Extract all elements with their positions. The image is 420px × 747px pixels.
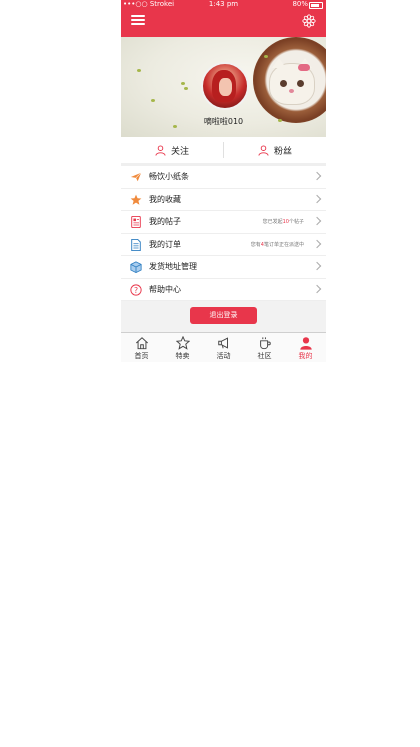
tab-sale[interactable]: 特卖 (162, 333, 203, 362)
avatar[interactable] (201, 62, 249, 110)
tab-home[interactable]: 首页 (121, 333, 162, 362)
orders-status-hint: 您有4笔订单正在派送中 (250, 241, 304, 248)
cup-icon (259, 337, 271, 350)
menu-item-label: 我的收藏 (149, 194, 181, 204)
person-icon (155, 144, 166, 156)
phone-screen: •••○○ Strokei 1:43 pm 80% 嘀啦啦010 关注 粉丝 畅… (121, 0, 326, 362)
order-list-icon (131, 238, 141, 251)
posts-count-hint: 您已发起10个帖子 (262, 219, 304, 226)
star-icon (130, 194, 142, 205)
user-icon (299, 337, 312, 350)
menu-item-notes[interactable]: 畅饮小纸条 (121, 166, 326, 189)
profile-header-banner: 嘀啦啦010 (121, 37, 326, 137)
menu-item-label: 我的订单 (149, 239, 181, 249)
menu-item-label: 畅饮小纸条 (149, 172, 189, 182)
chevron-right-icon (312, 194, 322, 203)
follow-row: 关注 粉丝 (121, 137, 326, 164)
star-badge-icon (175, 336, 190, 350)
megaphone-icon (217, 337, 228, 349)
menu-item-label: 发货地址管理 (149, 262, 197, 272)
tab-mine[interactable]: 我的 (285, 333, 326, 362)
svg-text:?: ? (134, 285, 138, 294)
chevron-right-icon (312, 284, 322, 293)
status-bar: •••○○ Strokei 1:43 pm 80% (121, 0, 326, 9)
fans-button[interactable]: 粉丝 (224, 137, 326, 163)
menu-item-favorites[interactable]: 我的收藏 (121, 189, 326, 211)
paper-plane-icon (130, 172, 142, 182)
cat-latte-art-image (269, 58, 315, 105)
tab-label: 我的 (298, 352, 313, 360)
profile-menu: 畅饮小纸条 我的收藏 我的帖子 您已发起10个帖子 我的订单 您有4笔订单正在派… (121, 166, 326, 301)
question-icon: ? (130, 283, 142, 296)
following-label: 关注 (170, 146, 189, 157)
home-icon (135, 337, 148, 350)
battery-percent: 80% (292, 0, 308, 8)
username: 嘀啦啦010 (203, 117, 244, 126)
following-button[interactable]: 关注 (121, 137, 223, 163)
chevron-right-icon (312, 216, 322, 226)
tab-label: 特卖 (175, 352, 190, 360)
menu-item-help[interactable]: ? 帮助中心 (121, 279, 326, 301)
nav-bar: •••○○ Strokei 1:43 pm 80% (121, 0, 326, 37)
settings-flower-icon[interactable] (302, 14, 316, 28)
logout-button[interactable]: 退出登录 (190, 307, 257, 324)
tab-label: 社区 (257, 352, 272, 360)
tab-label: 活动 (216, 352, 231, 360)
chevron-right-icon (312, 239, 322, 248)
chevron-right-icon (312, 171, 322, 181)
battery-icon (309, 2, 323, 9)
menu-item-orders[interactable]: 我的订单 您有4笔订单正在派送中 (121, 234, 326, 256)
fans-label: 粉丝 (273, 146, 292, 157)
person-icon (258, 144, 269, 156)
menu-item-posts[interactable]: 我的帖子 您已发起10个帖子 (121, 211, 326, 234)
tab-bar: 首页 特卖 活动 社区 我的 (121, 332, 326, 362)
document-icon (131, 216, 141, 228)
tab-community[interactable]: 社区 (244, 333, 285, 362)
tab-label: 首页 (134, 352, 149, 360)
logout-area: 退出登录 (121, 301, 326, 332)
box-icon (130, 261, 142, 273)
hamburger-menu-icon[interactable] (131, 15, 145, 25)
tab-events[interactable]: 活动 (203, 333, 244, 362)
menu-item-label: 我的帖子 (149, 217, 181, 227)
chevron-right-icon (312, 261, 322, 271)
menu-item-label: 帮助中心 (149, 284, 181, 294)
menu-item-address[interactable]: 发货地址管理 (121, 256, 326, 279)
